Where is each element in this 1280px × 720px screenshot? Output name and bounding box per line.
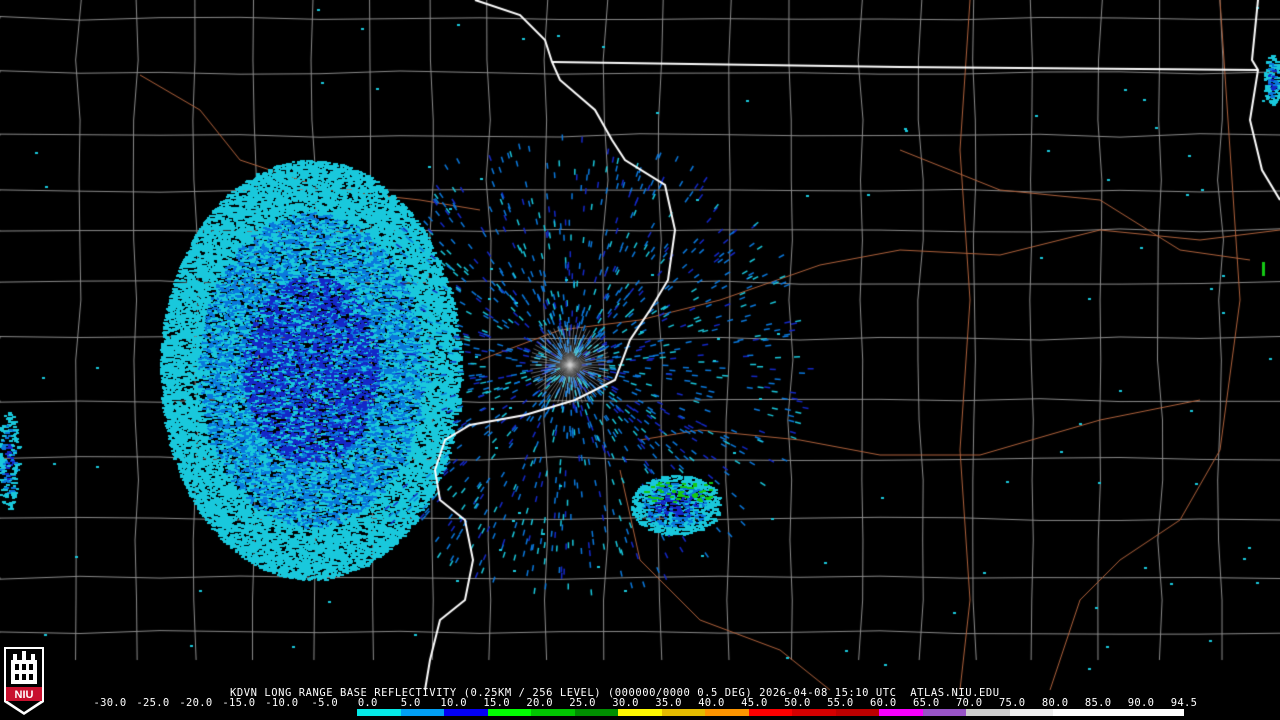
colorbar-label: 94.5	[1170, 697, 1198, 709]
colorbar-label: -30.0	[93, 697, 127, 709]
colorbar-label: 50.0	[784, 697, 811, 709]
colorbar-label: 25.0	[569, 697, 596, 709]
colorbar-segment	[835, 709, 880, 716]
radar-map	[0, 0, 1280, 720]
colorbar-segment	[1096, 709, 1141, 716]
colorbar-label: 75.0	[998, 697, 1026, 709]
colorbar-label: 30.0	[612, 697, 639, 709]
colorbar-label: 60.0	[870, 697, 897, 709]
colorbar-label: -25.0	[136, 697, 170, 709]
colorbar-segment	[1140, 709, 1184, 716]
colorbar-label: 40.0	[698, 697, 725, 709]
colorbar-label: 55.0	[827, 697, 854, 709]
colorbar-segment	[313, 709, 358, 716]
colorbar-segment	[748, 709, 793, 716]
colorbar-segment	[574, 709, 619, 716]
colorbar-segment	[357, 709, 401, 716]
colorbar-segment	[1053, 709, 1097, 716]
colorbar-label: -20.0	[179, 697, 213, 709]
colorbar-label: 20.0	[526, 697, 553, 709]
colorbar-segment	[139, 709, 184, 716]
colorbar-label: 90.0	[1127, 697, 1155, 709]
colorbar-labels: -30.0 -25.0 -20.0 -15.0 -10.0 -5.0 0.0 5.0 10.0 1…	[90, 697, 1200, 709]
colorbar-segment	[922, 709, 967, 716]
colorbar-segment	[487, 709, 532, 716]
colorbar-label: 45.0	[741, 697, 768, 709]
colorbar-segment	[1009, 709, 1054, 716]
colorbar-label: 10.0	[440, 697, 467, 709]
colorbar-segment	[183, 709, 227, 716]
colorbar-segment	[618, 709, 662, 716]
colorbar-label: -10.0	[265, 697, 299, 709]
colorbar-segment	[226, 709, 271, 716]
colorbar-segment	[705, 709, 749, 716]
colorbar-segment	[96, 709, 140, 716]
colorbar-label: -5.0	[311, 697, 339, 709]
colorbar-segment	[444, 709, 488, 716]
colorbar-label: 80.0	[1041, 697, 1069, 709]
colorbar-label: 15.0	[483, 697, 510, 709]
colorbar-label: 65.0	[912, 697, 940, 709]
colorbar-segment	[400, 709, 445, 716]
colorbar-label: 85.0	[1084, 697, 1112, 709]
colorbar-segment	[792, 709, 836, 716]
colorbar-segment	[531, 709, 575, 716]
svg-text:NIU: NIU	[15, 689, 34, 701]
niu-logo-icon: NIU	[4, 647, 44, 715]
colorbar-segment	[270, 709, 314, 716]
colorbar-label: 0.0	[357, 697, 378, 709]
colorbar-label: 35.0	[655, 697, 682, 709]
colorbar-label: 70.0	[955, 697, 983, 709]
colorbar	[96, 709, 1184, 716]
colorbar-label: 5.0	[400, 697, 421, 709]
colorbar-segment	[966, 709, 1010, 716]
colorbar-label: -15.0	[222, 697, 256, 709]
colorbar-segment	[879, 709, 923, 716]
colorbar-segment	[661, 709, 706, 716]
